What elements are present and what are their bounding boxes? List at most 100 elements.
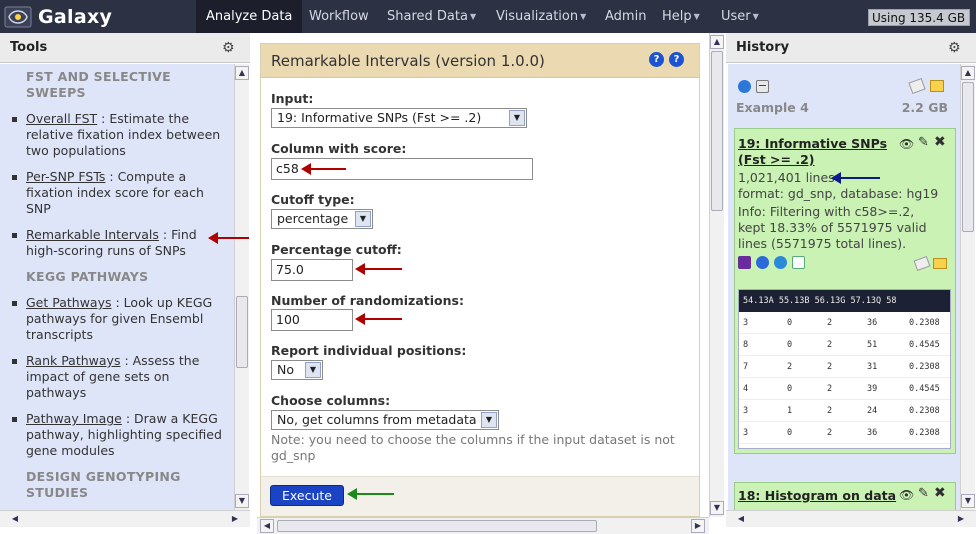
brand[interactable]: Galaxy: [4, 5, 112, 29]
scroll-thumb[interactable]: [711, 51, 723, 211]
dataset-title-line2[interactable]: (Fst >= .2): [738, 152, 814, 168]
tools-horizontal-scrollbar[interactable]: ◀ ▶: [0, 510, 250, 527]
tab-workflow[interactable]: Workflow: [299, 0, 379, 33]
annotate-icon[interactable]: [930, 80, 944, 92]
visualize-icon[interactable]: [792, 256, 805, 269]
tool-link-pathway-image[interactable]: Pathway Image: [26, 411, 122, 426]
dataset-title[interactable]: 18: Histogram on data: [738, 488, 896, 504]
percentage-cutoff-input[interactable]: 75.0: [271, 259, 353, 281]
history-name[interactable]: Example 4: [736, 100, 809, 115]
center-scrollbar[interactable]: ▲ ▼: [709, 33, 724, 517]
scroll-left-icon[interactable]: ◀: [8, 513, 22, 527]
scroll-thumb[interactable]: [962, 82, 974, 232]
dataset-format: format: gd_snp, database: hg19: [738, 186, 939, 201]
bullet: [12, 301, 17, 306]
scroll-up-icon[interactable]: ▲: [235, 66, 249, 80]
tab-analyze-data[interactable]: Analyze Data: [196, 0, 303, 33]
peek-row: 8 0 2 51 0.4545: [739, 334, 950, 356]
scroll-right-icon[interactable]: ▶: [228, 513, 242, 527]
scroll-thumb[interactable]: [236, 296, 248, 368]
tool-link-overall-fst[interactable]: Overall FST: [26, 111, 97, 126]
peek-cell: 0.2308: [909, 428, 940, 438]
history-panel-header: History ⚙: [726, 33, 976, 63]
scroll-down-icon[interactable]: ▼: [235, 494, 249, 508]
tool-item-rank-pathways: Rank Pathways : Assess the impact of gen…: [12, 353, 224, 401]
refresh-icon[interactable]: [738, 80, 751, 93]
history-panel: − Example 4 2.2 GB 19: Informative SNPs …: [728, 64, 960, 510]
scroll-up-icon[interactable]: ▲: [710, 35, 724, 49]
scroll-right-icon[interactable]: ▶: [691, 519, 705, 533]
scroll-left-icon[interactable]: ◀: [734, 513, 748, 527]
peek-cell: 0: [787, 340, 793, 350]
peek-row: 3 0 2 36 0.2308: [739, 312, 950, 334]
scroll-down-icon[interactable]: ▼: [961, 494, 975, 508]
input-select-value: 19: Informative SNPs (Fst >= .2): [277, 110, 482, 125]
tool-link-rank-pathways[interactable]: Rank Pathways: [26, 353, 120, 368]
help-icon[interactable]: ?: [649, 52, 664, 67]
scroll-right-icon[interactable]: ▶: [954, 513, 968, 527]
caret-down-icon: ▼: [752, 12, 759, 21]
scroll-thumb[interactable]: [277, 520, 597, 532]
annotate-icon[interactable]: [933, 258, 947, 269]
peek-cell: 0.4545: [909, 384, 940, 394]
peek-row: 3 0 2 36 0.2308: [739, 422, 950, 444]
pencil-icon[interactable]: ✎: [918, 135, 929, 150]
tool-item-per-snp-fsts: Per-SNP FSTs : Compute a fixation index …: [12, 169, 224, 217]
tools-scrollbar[interactable]: ▲ ▼: [234, 64, 249, 510]
peek-cell: 4: [743, 384, 749, 394]
history-horizontal-scrollbar[interactable]: ◀ ▶: [726, 510, 976, 527]
bullet: [12, 175, 17, 180]
help-icon[interactable]: ?: [669, 52, 684, 67]
gear-icon[interactable]: ⚙: [222, 33, 235, 63]
rerun-icon[interactable]: [774, 256, 787, 269]
history-size: 2.2 GB: [901, 100, 948, 115]
eye-icon[interactable]: 👁: [899, 137, 914, 151]
choose-columns-label: Choose columns:: [271, 393, 391, 408]
annotation-arrow-red: [355, 313, 402, 325]
tab-help[interactable]: Help ▼: [652, 0, 710, 33]
tab-admin[interactable]: Admin: [595, 0, 656, 33]
collapse-icon[interactable]: −: [756, 80, 769, 93]
peek-cell: 36: [867, 318, 878, 328]
dataset-title[interactable]: 19: Informative SNPs: [738, 136, 887, 152]
tab-user[interactable]: User ▼: [711, 0, 769, 33]
tab-label: Help: [662, 9, 692, 24]
scroll-left-icon[interactable]: ◀: [260, 519, 274, 533]
chevron-down-icon: ▼: [481, 412, 497, 428]
tab-visualization[interactable]: Visualization ▼: [486, 0, 596, 33]
delete-icon[interactable]: ✖: [934, 485, 946, 501]
delete-icon[interactable]: ✖: [934, 134, 946, 150]
eye-icon[interactable]: 👁: [899, 488, 914, 502]
tool-link-get-pathways[interactable]: Get Pathways: [26, 295, 112, 310]
annotation-arrow-red: [208, 232, 249, 244]
tab-shared-data[interactable]: Shared Data ▼: [377, 0, 486, 33]
tag-icon[interactable]: [908, 77, 926, 95]
execute-button[interactable]: Execute: [270, 485, 344, 506]
input-select[interactable]: 19: Informative SNPs (Fst >= .2) ▼: [271, 108, 527, 128]
choose-columns-select[interactable]: No, get columns from metadata ▼: [271, 410, 499, 430]
chevron-down-icon: ▼: [355, 211, 371, 227]
tool-link-remarkable-intervals[interactable]: Remarkable Intervals: [26, 227, 159, 242]
peek-cell: 2: [827, 340, 833, 350]
save-icon[interactable]: [738, 256, 751, 269]
report-positions-select[interactable]: No ▼: [271, 360, 323, 380]
tag-icon[interactable]: [913, 255, 931, 272]
history-scrollbar[interactable]: ▲ ▼: [960, 64, 975, 510]
randomizations-input[interactable]: 100: [271, 309, 353, 331]
peek-cell: 0.2308: [909, 362, 940, 372]
tool-link-per-snp-fsts[interactable]: Per-SNP FSTs: [26, 169, 105, 184]
pencil-icon[interactable]: ✎: [918, 486, 929, 501]
gear-icon[interactable]: ⚙: [948, 33, 961, 63]
peek-row: 7 2 2 31 0.2308: [739, 356, 950, 378]
cutoff-type-select[interactable]: percentage ▼: [271, 209, 373, 229]
tool-form: Remarkable Intervals (version 1.0.0) ? ?…: [260, 43, 700, 517]
tab-label: User: [721, 9, 751, 24]
tab-label: Visualization: [496, 9, 579, 24]
center-horizontal-scrollbar[interactable]: ◀ ▶: [257, 517, 709, 534]
chevron-down-icon: ▼: [305, 362, 321, 378]
scroll-down-icon[interactable]: ▼: [710, 501, 724, 515]
info-icon[interactable]: [756, 256, 769, 269]
dataset-18: 18: Histogram on data 👁 ✎ ✖: [734, 482, 956, 510]
bullet: [12, 233, 17, 238]
scroll-up-icon[interactable]: ▲: [961, 66, 975, 80]
